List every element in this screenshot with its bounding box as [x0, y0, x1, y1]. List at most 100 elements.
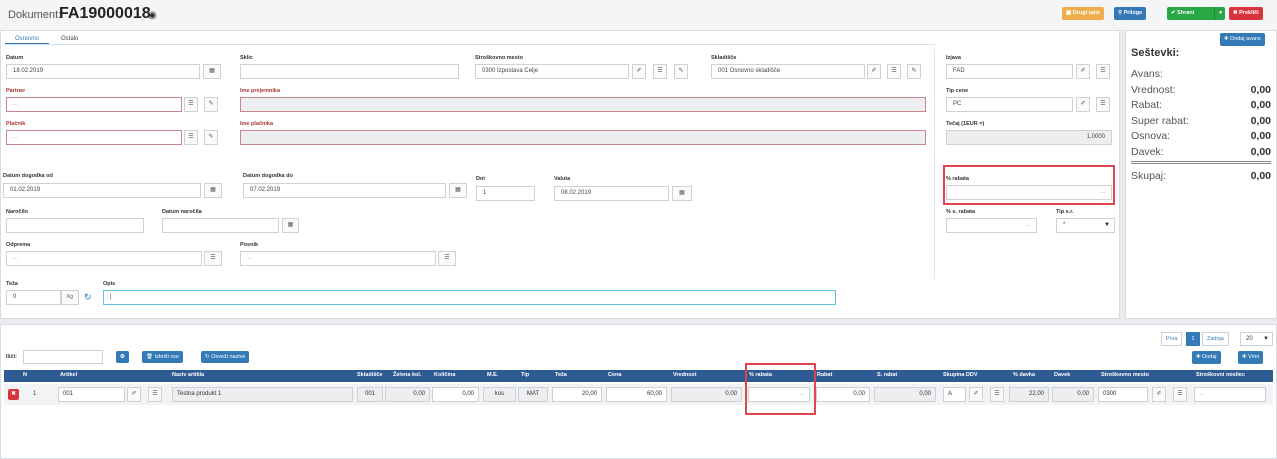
sklic-input[interactable]	[240, 64, 459, 79]
datum-narocila-input[interactable]	[162, 218, 279, 233]
save-button[interactable]: ✔ Shrani ▾	[1167, 7, 1225, 20]
calendar-icon[interactable]: ▦	[204, 183, 222, 198]
narocilo-input[interactable]	[6, 218, 144, 233]
list-icon[interactable]: ☰	[148, 387, 162, 402]
col-n: N	[23, 372, 27, 378]
eraser-icon[interactable]: ✐	[969, 387, 983, 402]
partner-input[interactable]: ...	[6, 97, 182, 112]
list-icon[interactable]: ☰	[1096, 64, 1110, 79]
tip-cene-input[interactable]: PC	[946, 97, 1073, 112]
teza-input[interactable]: 0	[6, 290, 61, 305]
edit-icon[interactable]: ✎	[204, 130, 218, 145]
skladisce-input[interactable]: 001 Osnovno skladišče	[711, 64, 865, 79]
cell-teza[interactable]: 20,00	[552, 387, 602, 402]
settings-button[interactable]: ⚙	[116, 351, 129, 363]
tecaj-label: Tečaj (1EUR =)	[946, 121, 985, 127]
datum-input[interactable]: 18.02.2019	[6, 64, 200, 79]
datum-od-input[interactable]: 01.02.2019	[3, 183, 201, 198]
search-input[interactable]	[23, 350, 103, 364]
eraser-icon[interactable]: ✐	[1076, 64, 1090, 79]
opis-input[interactable]: |	[103, 290, 836, 305]
insert-row-button[interactable]: ✚ Vrini	[1238, 351, 1263, 364]
eraser-icon[interactable]: ✐	[1152, 387, 1166, 402]
cancel-button[interactable]: ✖ Prekliči	[1229, 7, 1263, 20]
tip-sr-select[interactable]: * ▼	[1056, 218, 1115, 233]
calendar-icon[interactable]: ▦	[203, 64, 221, 79]
calendar-icon[interactable]: ▦	[282, 218, 299, 233]
ime-placnika-label: Ime plačnika	[240, 121, 274, 127]
list-icon[interactable]: ☰	[204, 251, 222, 266]
list-icon[interactable]: ☰	[438, 251, 456, 266]
cell-naziv[interactable]: Testna produkt 1	[172, 387, 353, 402]
summary-divider	[1131, 161, 1271, 164]
cell-zelena-kol[interactable]: 0,00	[385, 387, 430, 402]
cell-davka[interactable]: 22,00	[1009, 387, 1049, 402]
vertical-divider	[934, 49, 935, 279]
cell-me[interactable]: kos	[483, 387, 516, 402]
col-vrednost: Vrednost	[673, 372, 697, 378]
calendar-icon[interactable]: ▦	[449, 183, 467, 198]
cell-sn[interactable]: ...	[1194, 387, 1266, 402]
datum-narocila-label: Datum naročila	[162, 209, 202, 215]
col-zelena-kol: Želena kol.	[393, 372, 422, 378]
delete-all-button[interactable]: 🗑 Izbriši vse	[142, 351, 183, 363]
cell-davek[interactable]: 0,00	[1052, 387, 1094, 402]
stroskovno-mesto-input[interactable]: 0300 Izpostava Celje	[475, 64, 629, 79]
pagination-last[interactable]: Zadnja	[1202, 332, 1229, 346]
posnik-label: Posnik	[240, 242, 259, 248]
datum-od-label: Datum dogodka od	[3, 173, 53, 179]
refresh-names-button[interactable]: ↻ Osveži nazive	[201, 351, 250, 363]
per-page-select[interactable]: 20 ▼	[1240, 332, 1273, 346]
pagination-first[interactable]: Prva	[1161, 332, 1183, 346]
chevron-down-icon[interactable]: ▾	[1214, 7, 1222, 20]
cell-artikel[interactable]: 001	[58, 387, 125, 402]
eraser-icon[interactable]: ✐	[1076, 97, 1090, 112]
odprema-label: Odprema	[6, 242, 31, 248]
cell-sm[interactable]: 0300	[1098, 387, 1148, 402]
add-advance-button[interactable]: ✚ Dodaj avans	[1220, 33, 1265, 46]
ime-placnika-input[interactable]	[240, 130, 926, 145]
edit-icon[interactable]: ✎	[674, 64, 688, 79]
izjava-input[interactable]: FAD	[946, 64, 1073, 79]
list-icon[interactable]: ☰	[1173, 387, 1187, 402]
col-ddv: Skupina DDV	[943, 372, 978, 378]
list-icon[interactable]: ☰	[1096, 97, 1110, 112]
eye-icon[interactable]: ◉	[148, 10, 157, 21]
ime-prejemnika-input[interactable]	[240, 97, 926, 112]
cell-vrednost[interactable]: 0,00	[671, 387, 742, 402]
delete-row-icon[interactable]: ✖	[8, 389, 19, 400]
cell-ddv[interactable]: A	[943, 387, 966, 402]
odprema-input[interactable]: ...	[6, 251, 202, 266]
list-icon[interactable]: ☰	[990, 387, 1004, 402]
list-icon[interactable]: ☰	[184, 97, 198, 112]
eraser-icon[interactable]: ✐	[632, 64, 646, 79]
cell-tip[interactable]: MAT	[518, 387, 548, 402]
dni-input[interactable]: 1	[476, 186, 535, 201]
posnik-input[interactable]: ...	[240, 251, 436, 266]
cell-kolicina[interactable]: 0,00	[432, 387, 479, 402]
s-rabat-input[interactable]: ...	[946, 218, 1037, 233]
cell-skladisce[interactable]: 001	[357, 387, 383, 402]
tecaj-input[interactable]: 1,0000	[946, 130, 1112, 145]
valuta-input[interactable]: 08.02.2019	[554, 186, 669, 201]
datum-do-input[interactable]: 07.02.2019	[243, 183, 446, 198]
list-icon[interactable]: ☰	[887, 64, 901, 79]
list-icon[interactable]: ☰	[653, 64, 667, 79]
col-sn: Stroškovni nosilec	[1196, 372, 1245, 378]
cell-s-rabat[interactable]: 0,00	[874, 387, 936, 402]
edit-icon[interactable]: ✎	[204, 97, 218, 112]
edit-icon[interactable]: ✎	[907, 64, 921, 79]
add-row-button[interactable]: ✚ Dodaj	[1192, 351, 1221, 364]
placnik-input[interactable]: ...	[6, 130, 182, 145]
calendar-icon[interactable]: ▦	[672, 186, 692, 201]
cell-cena[interactable]: 60,00	[606, 387, 667, 402]
eraser-icon[interactable]: ✐	[127, 387, 141, 402]
pagination-page[interactable]: 1	[1186, 332, 1200, 346]
col-artikel: Artikel	[60, 372, 78, 378]
other-description-button[interactable]: ▦ Drugi opis	[1062, 7, 1104, 20]
eraser-icon[interactable]: ✐	[867, 64, 881, 79]
attachments-button[interactable]: ⚲ Priloge	[1114, 7, 1147, 20]
list-icon[interactable]: ☰	[184, 130, 198, 145]
refresh-icon[interactable]: ↻	[84, 292, 92, 303]
cell-rabat[interactable]: 0,00	[816, 387, 870, 402]
